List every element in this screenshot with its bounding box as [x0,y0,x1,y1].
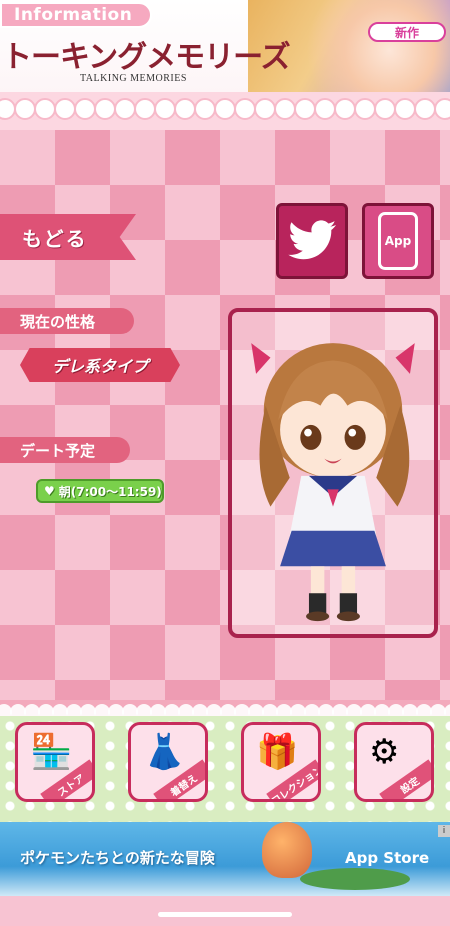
lace-dot [334,98,356,120]
store-button[interactable]: 🏪 ストア [15,722,95,802]
date-time-pill: ♥ 朝(7:00〜11:59) [36,479,164,503]
personality-label: 現在の性格 [0,308,134,334]
new-badge[interactable]: 新作 [368,22,446,42]
lace-dot [214,98,236,120]
bottom-menu: 🏪 ストア 👗 着替え 🎁 コレクション ⚙ 設定 [0,716,450,822]
lace-dot [354,98,376,120]
lace-dot [314,98,336,120]
home-indicator[interactable] [158,912,292,917]
outfit-icon: 👗 [143,732,186,772]
lace-dot [34,98,56,120]
lace-dot [14,98,36,120]
information-tab[interactable]: Information [0,2,152,28]
lace-dot [414,98,436,120]
lace-dot [114,98,136,120]
gift-icon: 🎁 [256,732,299,772]
lace-dot [174,98,196,120]
app-store-label: App Store [345,849,429,867]
information-label: Information [14,5,133,25]
character-frame[interactable] [228,308,438,638]
ad-banner[interactable]: ポケモンたちとの新たな冒険 App Store i [0,822,450,896]
outfit-button[interactable]: 👗 着替え [128,722,208,802]
lace-dot [154,98,176,120]
lace-divider [0,92,450,132]
date-schedule-label-text: デート予定 [20,441,96,460]
header-banner[interactable]: Information トーキングメモリーズ TALKING MEMORIES … [0,0,450,92]
app-button[interactable]: App [362,203,434,279]
lace-dot [54,98,76,120]
lace-dot [94,98,116,120]
ad-headline: ポケモンたちとの新たな冒険 [20,849,215,867]
store-label: ストア [55,772,87,799]
collection-button[interactable]: 🎁 コレクション [241,722,321,802]
app-label: App [384,234,412,248]
balloon-illustration [262,822,312,878]
lace-dot [294,98,316,120]
new-badge-label: 新作 [394,25,419,40]
back-label: もどる [22,226,88,251]
heart-icon: ♥ [44,484,55,498]
lace-dot [74,98,96,120]
lace-dot [254,98,276,120]
settings-label: 設定 [398,775,422,796]
outfit-label: 着替え [168,772,200,799]
game-logo: トーキングメモリーズ [2,40,291,75]
character-illustration [251,343,415,622]
back-button[interactable]: もどる [0,214,136,260]
game-logo-subtitle: TALKING MEMORIES [80,73,187,84]
gear-icon: ⚙ [369,732,400,772]
bird-icon [288,220,336,260]
lace-dot [134,98,156,120]
personality-value: デレ系タイプ [51,357,148,376]
lace-dot [274,98,296,120]
date-schedule-label: デート予定 [0,437,130,463]
lace-dot [374,98,396,120]
island-illustration [300,868,410,890]
ad-info-icon[interactable]: i [438,825,450,837]
personality-label-text: 現在の性格 [20,312,96,331]
settings-button[interactable]: ⚙ 設定 [354,722,434,802]
phone-icon: App [378,212,418,270]
bottom-strip [0,896,450,926]
app-store-text: App Store [345,849,430,867]
personality-value-ribbon: デレ系タイプ [20,348,180,382]
date-time-value: 朝(7:00〜11:59) [58,484,162,499]
lace-dot [394,98,416,120]
twitter-button[interactable] [276,203,348,279]
lace-dot [194,98,216,120]
lace-dot [234,98,256,120]
shop-icon: 🏪 [30,732,73,772]
lace-dot [434,98,450,120]
